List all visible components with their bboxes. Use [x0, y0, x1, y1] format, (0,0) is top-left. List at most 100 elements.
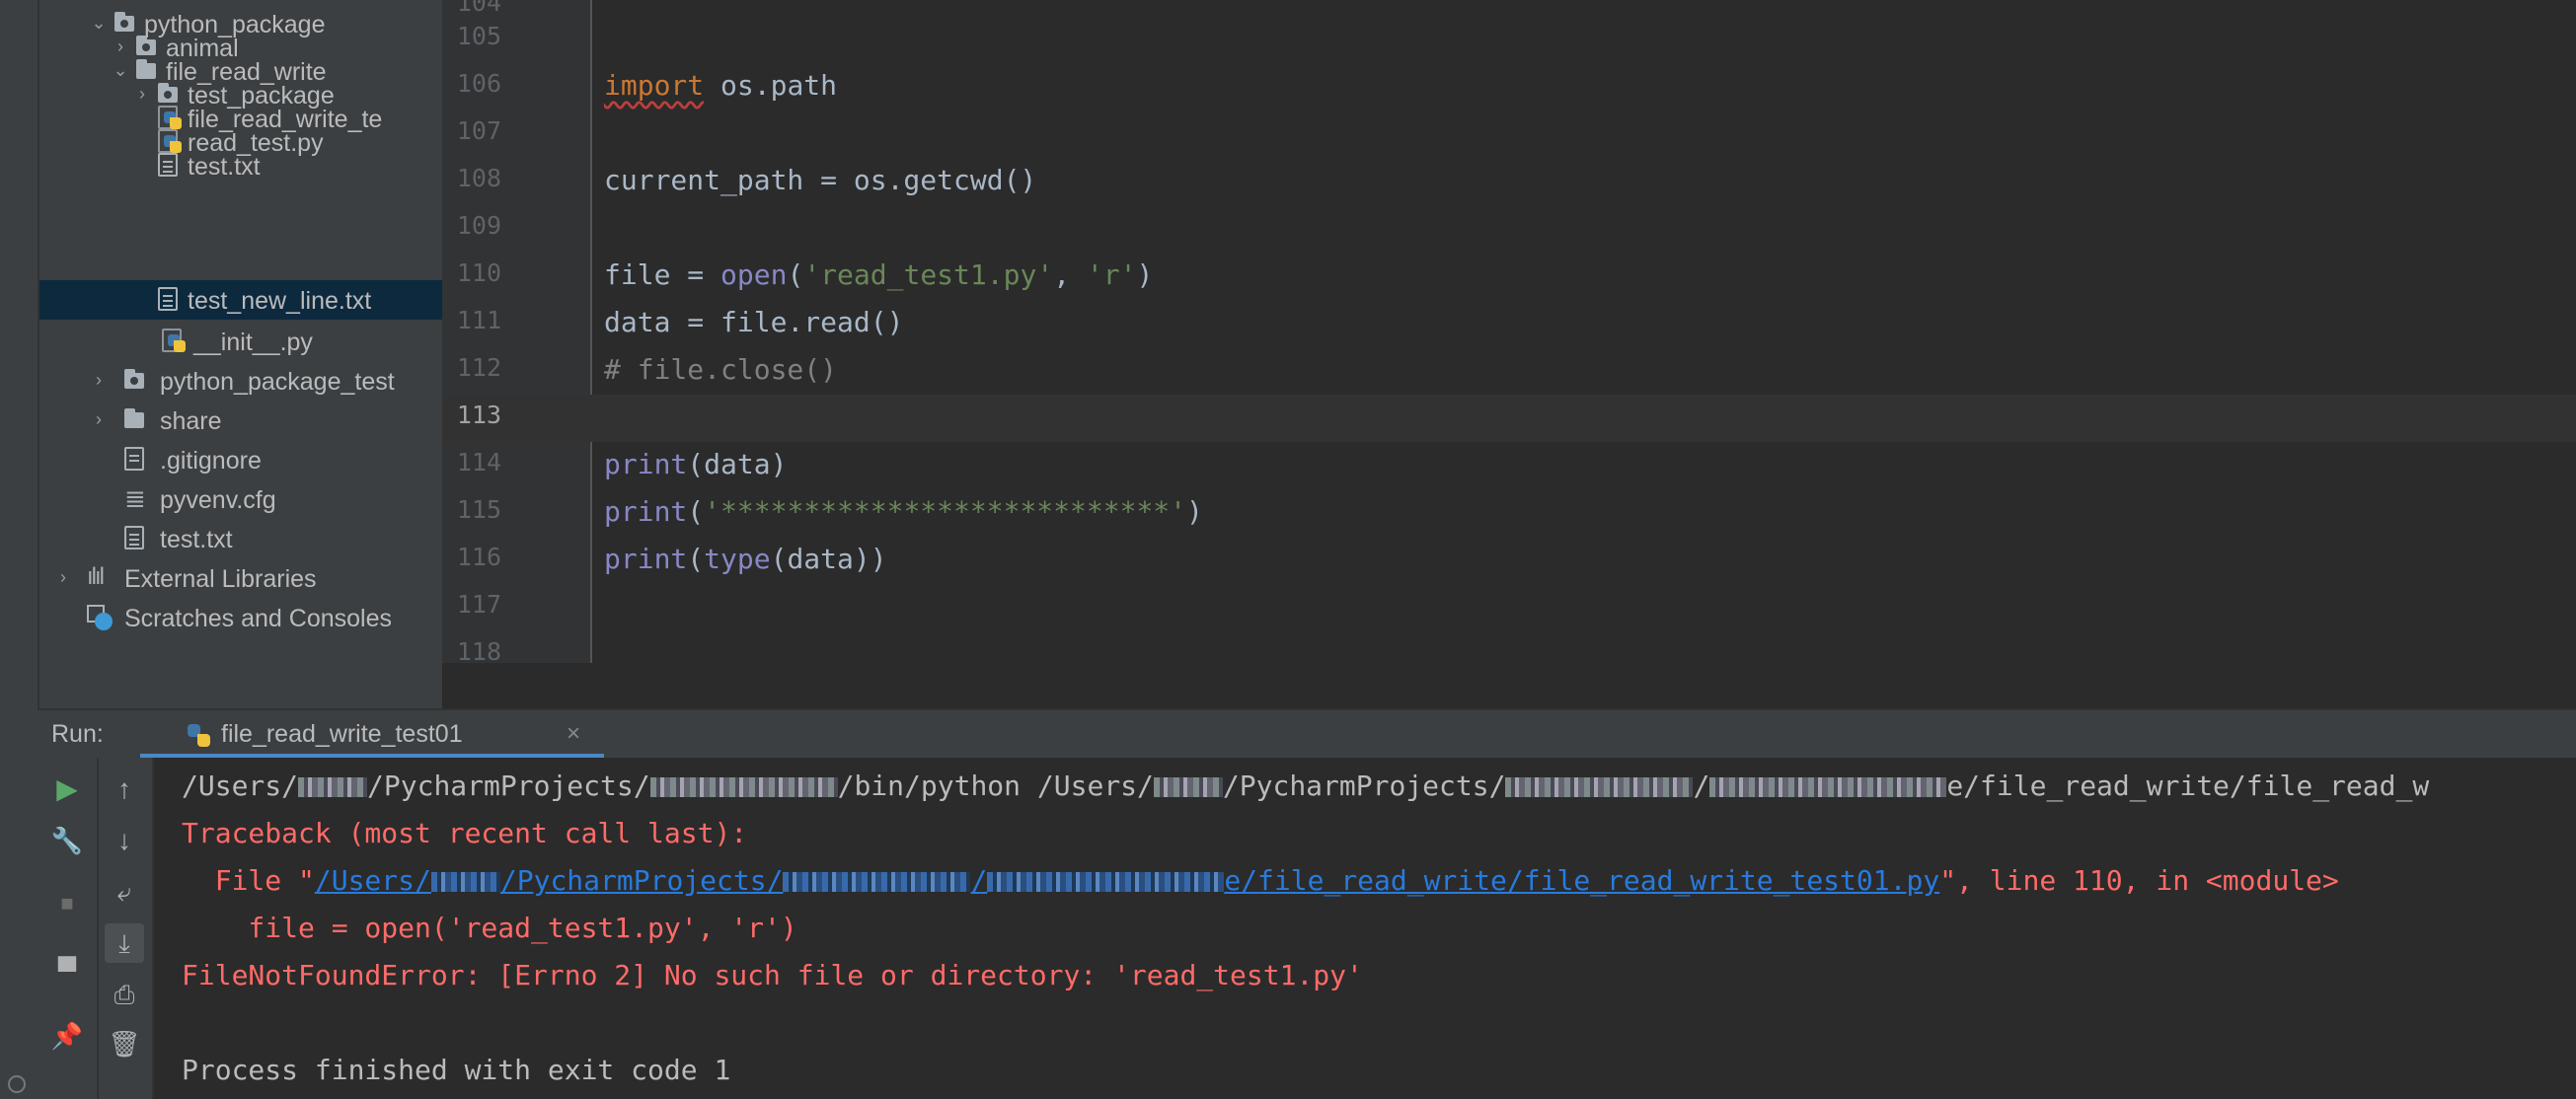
libraries-icon: ılıl [87, 563, 105, 590]
ignore-file-icon [124, 447, 144, 471]
text-file-icon [124, 526, 144, 550]
builtin-token: print [604, 495, 688, 528]
line-number: 104 [456, 0, 501, 17]
tree-item-label: __init__.py [193, 329, 313, 356]
run-console[interactable]: /Users/ /PycharmProjects/ /bin/python /Use… [154, 758, 2576, 1099]
tree-item-init-py[interactable]: __init__.py [39, 322, 442, 361]
config-file-icon: ≣ [124, 483, 146, 513]
code-token: ( [687, 495, 705, 528]
redacted-text [1709, 777, 1947, 797]
code-token: ) [1136, 258, 1154, 291]
chevron-right-icon[interactable]: › [87, 367, 111, 391]
tree-item-scratches[interactable]: Scratches and Consoles [39, 598, 442, 637]
redacted-text [649, 777, 838, 797]
scroll-to-end-icon[interactable]: ⤓ [105, 923, 144, 963]
redacted-text [1153, 777, 1223, 797]
link-text: e/file_read_write/file_read_write_test01… [1224, 864, 1940, 897]
tree-item-share[interactable]: › share [39, 401, 442, 440]
arrow-up-icon[interactable]: ↑ [105, 769, 144, 809]
chevron-right-icon[interactable]: › [51, 564, 75, 588]
print-icon[interactable]: ⎙ [105, 975, 144, 1014]
code-token: current_path = os.getcwd() [604, 164, 1037, 196]
current-line-highlight [442, 395, 2576, 442]
tree-item-label: Scratches and Consoles [124, 605, 392, 632]
line-number: 110 [456, 258, 501, 287]
code-token: , [1053, 258, 1087, 291]
redacted-text [298, 777, 368, 797]
redacted-text [987, 872, 1225, 892]
line-number-current: 113 [456, 401, 501, 429]
project-tree: ⌄ python_package › animal ⌄ file_read_wr… [39, 0, 442, 708]
console-text: / [1693, 769, 1710, 802]
code-line-108[interactable]: current_path = os.getcwd() [604, 164, 1036, 197]
tree-item-label: test.txt [160, 526, 233, 553]
tree-item-python-package-test[interactable]: › python_package_test [39, 361, 442, 401]
tree-item-external-libraries[interactable]: › ılıl External Libraries [39, 558, 442, 598]
redacted-text [1505, 777, 1694, 797]
close-icon[interactable]: × [567, 720, 580, 748]
code-line-110[interactable]: file = open('read_test1.py', 'r') [604, 258, 1153, 292]
builtin-token: open [720, 258, 788, 291]
builtin-token: type [704, 543, 771, 575]
python-file-icon [162, 329, 188, 352]
pin-icon[interactable]: 📌 [47, 1016, 87, 1056]
code-line-111[interactable]: data = file.read() [604, 306, 903, 339]
tree-item-label: .gitignore [160, 447, 262, 475]
console-text: /bin/python /Users/ [837, 769, 1154, 802]
console-file-line: File "/Users/ /PycharmProjects/ / e/file_re… [182, 864, 2339, 898]
console-text: File " [182, 864, 315, 897]
traceback-file-link[interactable]: /Users/ /PycharmProjects/ / e/file_read_wri… [315, 864, 1939, 897]
tree-item-label: pyvenv.cfg [160, 486, 276, 514]
python-icon [188, 724, 211, 748]
code-line-106[interactable]: import os.path [604, 69, 837, 103]
code-token: ) [1186, 495, 1203, 528]
line-number: 118 [456, 637, 501, 661]
string-token: 'r' [1086, 258, 1137, 291]
tree-item-test-txt[interactable]: test.txt [39, 146, 442, 185]
comment-token: # file.close() [604, 353, 838, 386]
left-tool-strip [0, 0, 39, 1099]
console-error-line: FileNotFoundError: [Errno 2] No such fil… [182, 959, 1363, 991]
link-text: / [970, 864, 988, 897]
rerun-icon[interactable]: ▶ [47, 769, 87, 809]
code-line-112[interactable]: # file.close() [604, 353, 837, 387]
tree-item-label: test_new_line.txt [188, 287, 372, 315]
code-token: data = file.read() [604, 306, 904, 338]
soft-wrap-icon[interactable]: ⤶ [105, 872, 144, 912]
line-number: 117 [456, 590, 501, 619]
tree-item-pyvenv-cfg[interactable]: ≣ pyvenv.cfg [39, 479, 442, 519]
layout-icon[interactable]: ▀ [47, 951, 87, 990]
arrow-down-icon[interactable]: ↓ [105, 821, 144, 860]
trash-icon[interactable]: 🗑 [105, 1024, 144, 1063]
tree-item-gitignore[interactable]: .gitignore [39, 440, 442, 479]
code-token: file = [604, 258, 721, 291]
redacted-text [430, 872, 500, 892]
line-number: 108 [456, 164, 501, 192]
tree-item-test-new-line-txt[interactable]: test_new_line.txt [39, 280, 442, 320]
line-number: 114 [456, 448, 501, 476]
line-number: 111 [456, 306, 501, 334]
run-toolbar-primary: ▶ 🔧 ■ ▀ 📌 [38, 758, 99, 1099]
code-line-114[interactable]: print(data) [604, 448, 787, 481]
status-icon[interactable] [8, 1075, 26, 1093]
redacted-text [783, 872, 971, 892]
line-number: 105 [456, 22, 501, 50]
string-token: '***************************' [704, 495, 1187, 528]
line-number: 107 [456, 116, 501, 145]
run-tab[interactable]: file_read_write_test01 × [140, 710, 604, 758]
code-token: os.path [704, 69, 838, 102]
line-number: 106 [456, 69, 501, 98]
tree-item-label: test.txt [188, 153, 261, 181]
code-line-116[interactable]: print(type(data)) [604, 543, 887, 576]
code-line-115[interactable]: print('***************************') [604, 495, 1203, 529]
stop-icon[interactable]: ■ [47, 884, 87, 923]
console-text: ", line 110, in <module> [1939, 864, 2339, 897]
console-text: /PycharmProjects/ [1222, 769, 1506, 802]
chevron-right-icon[interactable]: › [87, 406, 111, 430]
run-panel-header: Run: file_read_write_test01 × [38, 710, 2576, 758]
console-code-line: file = open('read_test1.py', 'r') [182, 912, 797, 944]
tree-item-test-txt-root[interactable]: test.txt [39, 519, 442, 558]
console-exit-line: Process finished with exit code 1 [182, 1054, 731, 1086]
console-text: /Users/ [182, 769, 299, 802]
wrench-icon[interactable]: 🔧 [47, 821, 87, 860]
